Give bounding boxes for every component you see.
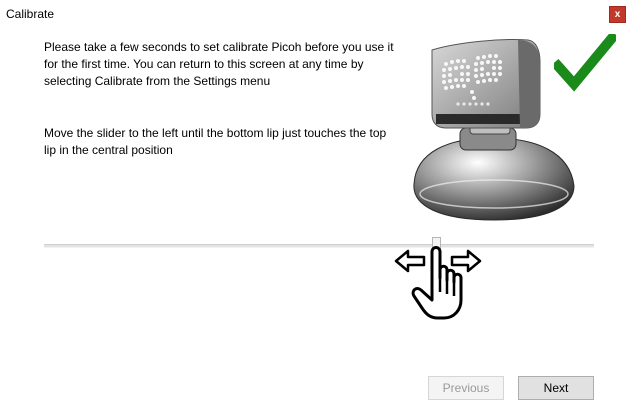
intro-text: Please take a few seconds to set calibra… [44, 40, 394, 88]
hand-pointer-icon [394, 246, 482, 320]
next-button[interactable]: Next [518, 376, 594, 400]
close-button[interactable]: x [609, 6, 626, 23]
window-title: Calibrate [6, 7, 55, 21]
previous-button[interactable]: Previous [428, 376, 504, 400]
calibration-slider-track[interactable] [44, 244, 594, 248]
instruction-text: Move the slider to the left until the bo… [44, 126, 387, 157]
arrow-right-icon [450, 249, 482, 273]
checkmark-icon [554, 34, 616, 92]
title-bar: Calibrate x [0, 0, 632, 28]
arrow-left-icon [394, 249, 426, 273]
